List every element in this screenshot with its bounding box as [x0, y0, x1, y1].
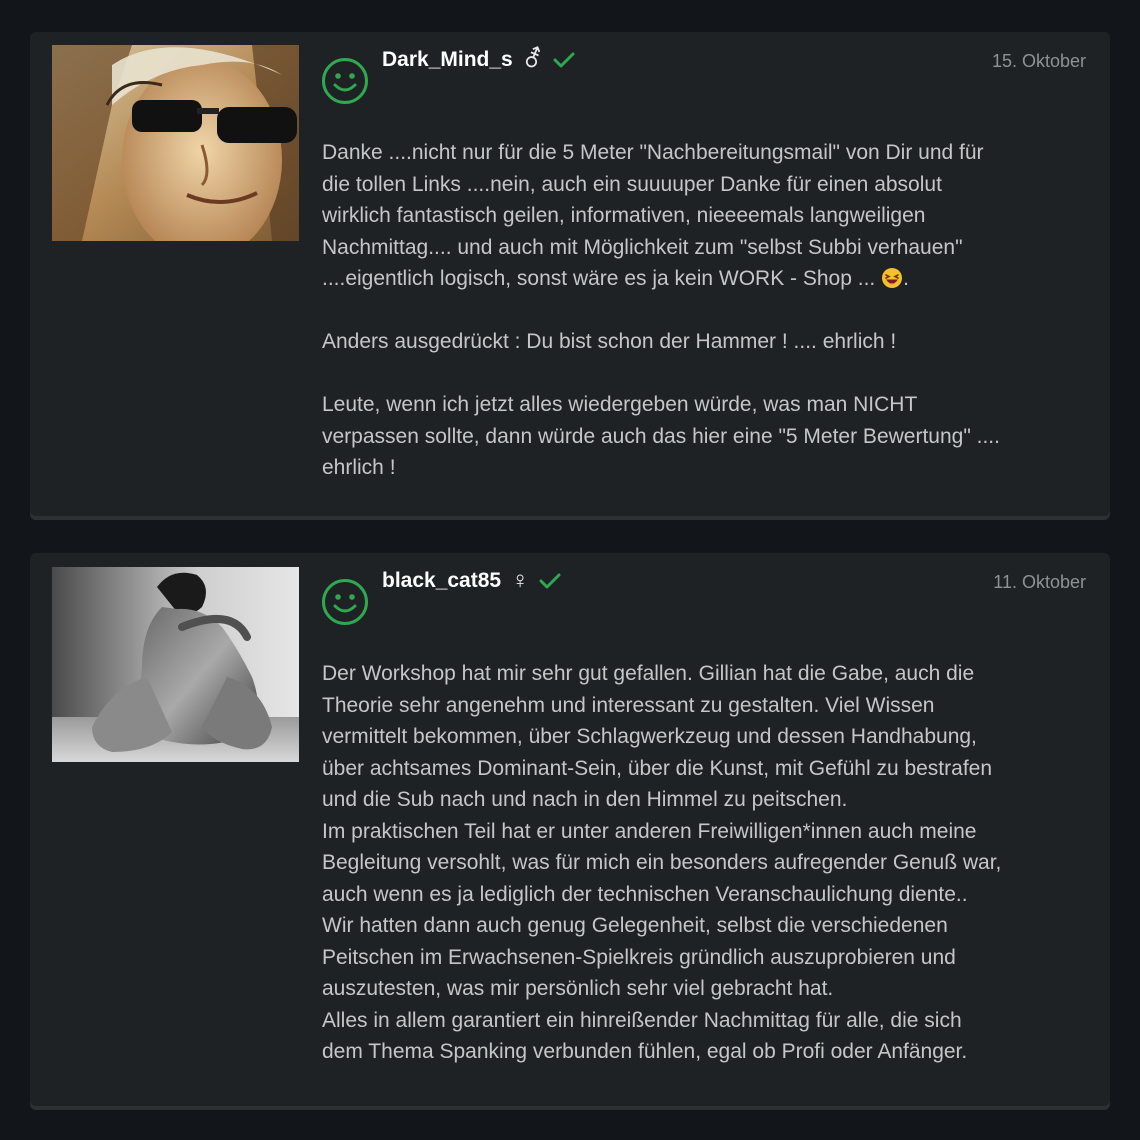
text-line: dem Thema Spanking verbunden fühlen, ega… — [322, 1040, 968, 1063]
smiley-icon — [322, 58, 368, 104]
review-text: Der Workshop hat mir sehr gut gefallen. … — [322, 658, 1086, 1068]
review-card: Dark_Mind_s ⚦ 15. Oktober Danke ....nich… — [30, 32, 1110, 516]
profile-photo[interactable] — [52, 45, 299, 241]
username-row: Dark_Mind_s ⚦ — [382, 48, 575, 72]
review-text: Danke ....nicht nur für die 5 Meter "Nac… — [322, 137, 1086, 484]
text-line: Begleitung versohlt, was für mich ein be… — [322, 851, 1002, 874]
text-line: Anders ausgedrückt : Du bist schon der H… — [322, 330, 897, 353]
checkmark-icon — [553, 52, 575, 68]
review-paragraph: Danke ....nicht nur für die 5 Meter "Nac… — [322, 137, 1086, 295]
text-line: Nachmittag.... und auch mit Möglichkeit … — [322, 235, 963, 259]
text-line: vermittelt bekommen, über Schlagwerkzeug… — [322, 725, 977, 748]
text-line: ehrlich ! — [322, 456, 396, 479]
laughing-face-emoji-icon — [882, 268, 903, 288]
review-paragraph: Der Workshop hat mir sehr gut gefallen. … — [322, 658, 1086, 1068]
female-symbol-icon: ♀ — [511, 567, 530, 594]
username-row: black_cat85 ♀ — [382, 569, 561, 593]
text-line-content: ....eigentlich logisch, sonst wäre es ja… — [322, 267, 882, 290]
text-line: Der Workshop hat mir sehr gut gefallen. … — [322, 662, 975, 685]
intersex-symbol-icon: ⚦ — [522, 46, 543, 73]
review-date: 11. Oktober — [993, 572, 1086, 592]
text-line: die tollen Links ....nein, auch ein suuu… — [322, 172, 942, 196]
text-line: wirklich fantastisch geilen, informative… — [322, 204, 926, 227]
review-date: 15. Oktober — [991, 51, 1086, 71]
username-link[interactable]: Dark_Mind_s — [382, 48, 513, 72]
text-line: Leute, wenn ich jetzt alles wiedergeben … — [322, 393, 918, 416]
smiley-icon — [322, 579, 368, 625]
text-line: Im praktischen Teil hat er unter anderen… — [322, 819, 977, 843]
text-line: über achtsames Dominant-Sein, über die K… — [322, 756, 993, 780]
review-card: black_cat85 ♀ 11. Oktober Der Workshop h… — [30, 553, 1110, 1106]
text-line: Danke ....nicht nur für die 5 Meter "Nac… — [322, 141, 984, 164]
text-line: Alles in allem garantiert ein hinreißend… — [322, 1008, 962, 1032]
text-line: Wir hatten dann auch genug Gelegenheit, … — [322, 914, 948, 937]
text-line-trailing: . — [903, 267, 909, 290]
text-line: auszutesten, was mir persönlich sehr vie… — [322, 977, 834, 1000]
text-line: Peitschen im Erwachsenen-Spielkreis grün… — [322, 945, 956, 969]
review-paragraph: Anders ausgedrückt : Du bist schon der H… — [322, 326, 1086, 358]
text-line: auch wenn es ja lediglich der technische… — [322, 882, 968, 906]
text-line: verpassen sollte, dann würde auch das hi… — [322, 424, 1000, 448]
checkmark-icon — [539, 573, 561, 589]
text-line: und die Sub nach und nach in den Himmel … — [322, 788, 848, 811]
profile-photo[interactable] — [52, 567, 299, 762]
username-link[interactable]: black_cat85 — [382, 569, 501, 593]
text-line: ....eigentlich logisch, sonst wäre es ja… — [322, 263, 1086, 295]
text-line: Theorie sehr angenehm und interessant zu… — [322, 693, 935, 717]
review-paragraph: Leute, wenn ich jetzt alles wiedergeben … — [322, 389, 1086, 484]
